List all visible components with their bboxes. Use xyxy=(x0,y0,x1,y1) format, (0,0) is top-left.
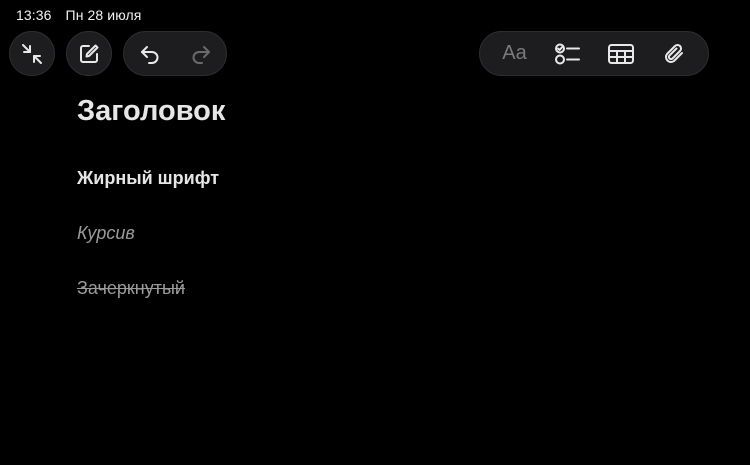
paperclip-icon xyxy=(662,42,686,66)
status-time: 13:36 xyxy=(16,7,52,23)
compose-button[interactable] xyxy=(66,31,112,76)
format-button[interactable]: Aa xyxy=(490,31,540,76)
undo-redo-group xyxy=(123,31,227,76)
undo-icon xyxy=(138,42,162,66)
collapse-button[interactable] xyxy=(9,31,55,76)
format-label: Aa xyxy=(502,42,527,64)
table-icon xyxy=(607,42,635,66)
redo-button[interactable] xyxy=(175,31,226,76)
note-line-bold[interactable]: Жирный шрифт xyxy=(77,168,219,189)
collapse-arrows-icon xyxy=(20,42,44,66)
table-button[interactable] xyxy=(596,31,646,76)
status-bar: 13:36 Пн 28 июля xyxy=(16,7,141,23)
undo-button[interactable] xyxy=(124,31,175,76)
checklist-icon xyxy=(554,42,582,66)
checklist-button[interactable] xyxy=(543,31,593,76)
note-line-strikethrough[interactable]: Зачеркнутый xyxy=(77,278,185,299)
attachment-button[interactable] xyxy=(649,31,699,76)
status-date: Пн 28 июля xyxy=(65,7,142,23)
redo-icon xyxy=(189,42,213,66)
note-title[interactable]: Заголовок xyxy=(77,95,225,128)
format-toolbar: Aa xyxy=(479,31,709,76)
compose-icon xyxy=(77,42,101,66)
note-line-italic[interactable]: Курсив xyxy=(77,223,135,244)
